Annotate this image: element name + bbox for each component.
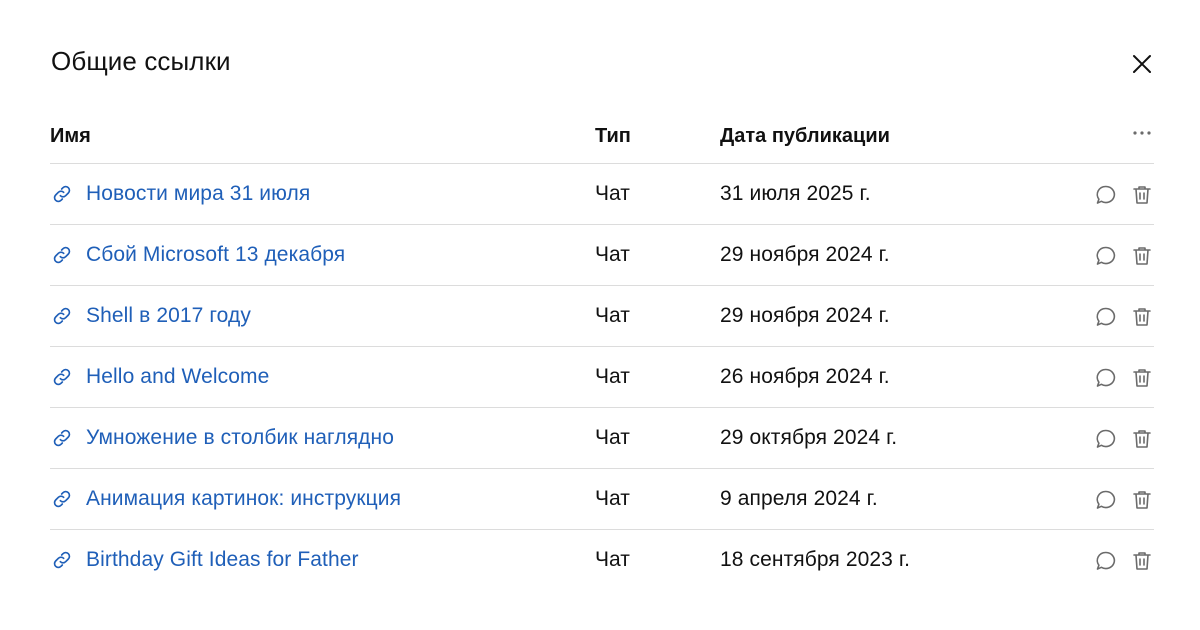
delete-link-button[interactable]	[1130, 244, 1154, 268]
shared-link-date: 29 октября 2024 г.	[720, 426, 898, 449]
shared-link-name[interactable]: Анимация картинок: инструкция	[86, 487, 401, 511]
shared-link-name[interactable]: Умножение в столбик наглядно	[86, 426, 394, 450]
chat-bubble-icon	[1096, 185, 1116, 204]
table-row: Анимация картинок: инструкция Чат 9 апре…	[50, 469, 1154, 530]
shared-link-name[interactable]: Новости мира 31 июля	[86, 182, 310, 206]
chat-bubble-icon	[1096, 368, 1116, 387]
trash-icon	[1133, 186, 1151, 204]
close-icon	[1133, 55, 1151, 73]
link-icon	[53, 185, 71, 203]
table-row: Hello and Welcome Чат 26 ноября 2024 г.	[50, 347, 1154, 408]
trash-icon	[1133, 552, 1151, 570]
chat-bubble-icon	[1096, 551, 1116, 570]
open-chat-button[interactable]	[1094, 183, 1118, 207]
shared-link-type: Чат	[595, 243, 630, 266]
table-header: Имя Тип Дата публикации	[50, 112, 1154, 164]
shared-link-type: Чат	[595, 182, 630, 205]
shared-links-dialog: Общие ссылки Имя Тип Дата публикации Нов…	[0, 0, 1200, 630]
chat-bubble-icon	[1096, 429, 1116, 448]
shared-link-name[interactable]: Сбой Microsoft 13 декабря	[86, 243, 345, 267]
chat-bubble-icon	[1096, 246, 1116, 265]
shared-links-table: Имя Тип Дата публикации Новости мира 31 …	[50, 112, 1154, 590]
chat-bubble-icon	[1096, 307, 1116, 326]
delete-link-button[interactable]	[1130, 488, 1154, 512]
delete-link-button[interactable]	[1130, 549, 1154, 573]
shared-link-name[interactable]: Birthday Gift Ideas for Father	[86, 548, 359, 572]
delete-link-button[interactable]	[1130, 183, 1154, 207]
shared-link-name[interactable]: Hello and Welcome	[86, 365, 269, 389]
shared-link-date: 29 ноября 2024 г.	[720, 304, 890, 327]
dialog-title: Общие ссылки	[51, 46, 231, 76]
table-row: Сбой Microsoft 13 декабря Чат 29 ноября …	[50, 225, 1154, 286]
shared-link-type: Чат	[595, 365, 630, 388]
shared-link-date: 18 сентября 2023 г.	[720, 548, 911, 571]
more-horizontal-icon	[1133, 131, 1151, 135]
table-row: Shell в 2017 году Чат 29 ноября 2024 г.	[50, 286, 1154, 347]
open-chat-button[interactable]	[1094, 549, 1118, 573]
open-chat-button[interactable]	[1094, 244, 1118, 268]
trash-icon	[1133, 247, 1151, 265]
link-icon	[53, 246, 71, 264]
open-chat-button[interactable]	[1094, 488, 1118, 512]
shared-link-date: 26 ноября 2024 г.	[720, 365, 890, 388]
delete-link-button[interactable]	[1130, 305, 1154, 329]
link-icon	[53, 490, 71, 508]
shared-link-type: Чат	[595, 548, 630, 571]
shared-link-type: Чат	[595, 487, 630, 510]
shared-link-date: 31 июля 2025 г.	[720, 182, 871, 205]
table-row: Birthday Gift Ideas for Father Чат 18 се…	[50, 530, 1154, 590]
link-icon	[53, 307, 71, 325]
more-options-button[interactable]	[1130, 124, 1154, 142]
table-row: Умножение в столбик наглядно Чат 29 октя…	[50, 408, 1154, 469]
open-chat-button[interactable]	[1094, 427, 1118, 451]
column-header-type: Тип	[595, 125, 631, 147]
shared-link-type: Чат	[595, 426, 630, 449]
column-header-date: Дата публикации	[720, 125, 890, 147]
trash-icon	[1133, 491, 1151, 509]
close-button[interactable]	[1128, 50, 1156, 78]
open-chat-button[interactable]	[1094, 305, 1118, 329]
shared-link-type: Чат	[595, 304, 630, 327]
trash-icon	[1133, 369, 1151, 387]
link-icon	[53, 429, 71, 447]
trash-icon	[1133, 308, 1151, 326]
open-chat-button[interactable]	[1094, 366, 1118, 390]
column-header-name: Имя	[50, 125, 91, 147]
table-row: Новости мира 31 июля Чат 31 июля 2025 г.	[50, 164, 1154, 225]
chat-bubble-icon	[1096, 490, 1116, 509]
link-icon	[53, 368, 71, 386]
trash-icon	[1133, 430, 1151, 448]
delete-link-button[interactable]	[1130, 366, 1154, 390]
shared-link-name[interactable]: Shell в 2017 году	[86, 304, 251, 328]
delete-link-button[interactable]	[1130, 427, 1154, 451]
link-icon	[53, 551, 71, 569]
shared-link-date: 9 апреля 2024 г.	[720, 487, 878, 510]
shared-link-date: 29 ноября 2024 г.	[720, 243, 890, 266]
